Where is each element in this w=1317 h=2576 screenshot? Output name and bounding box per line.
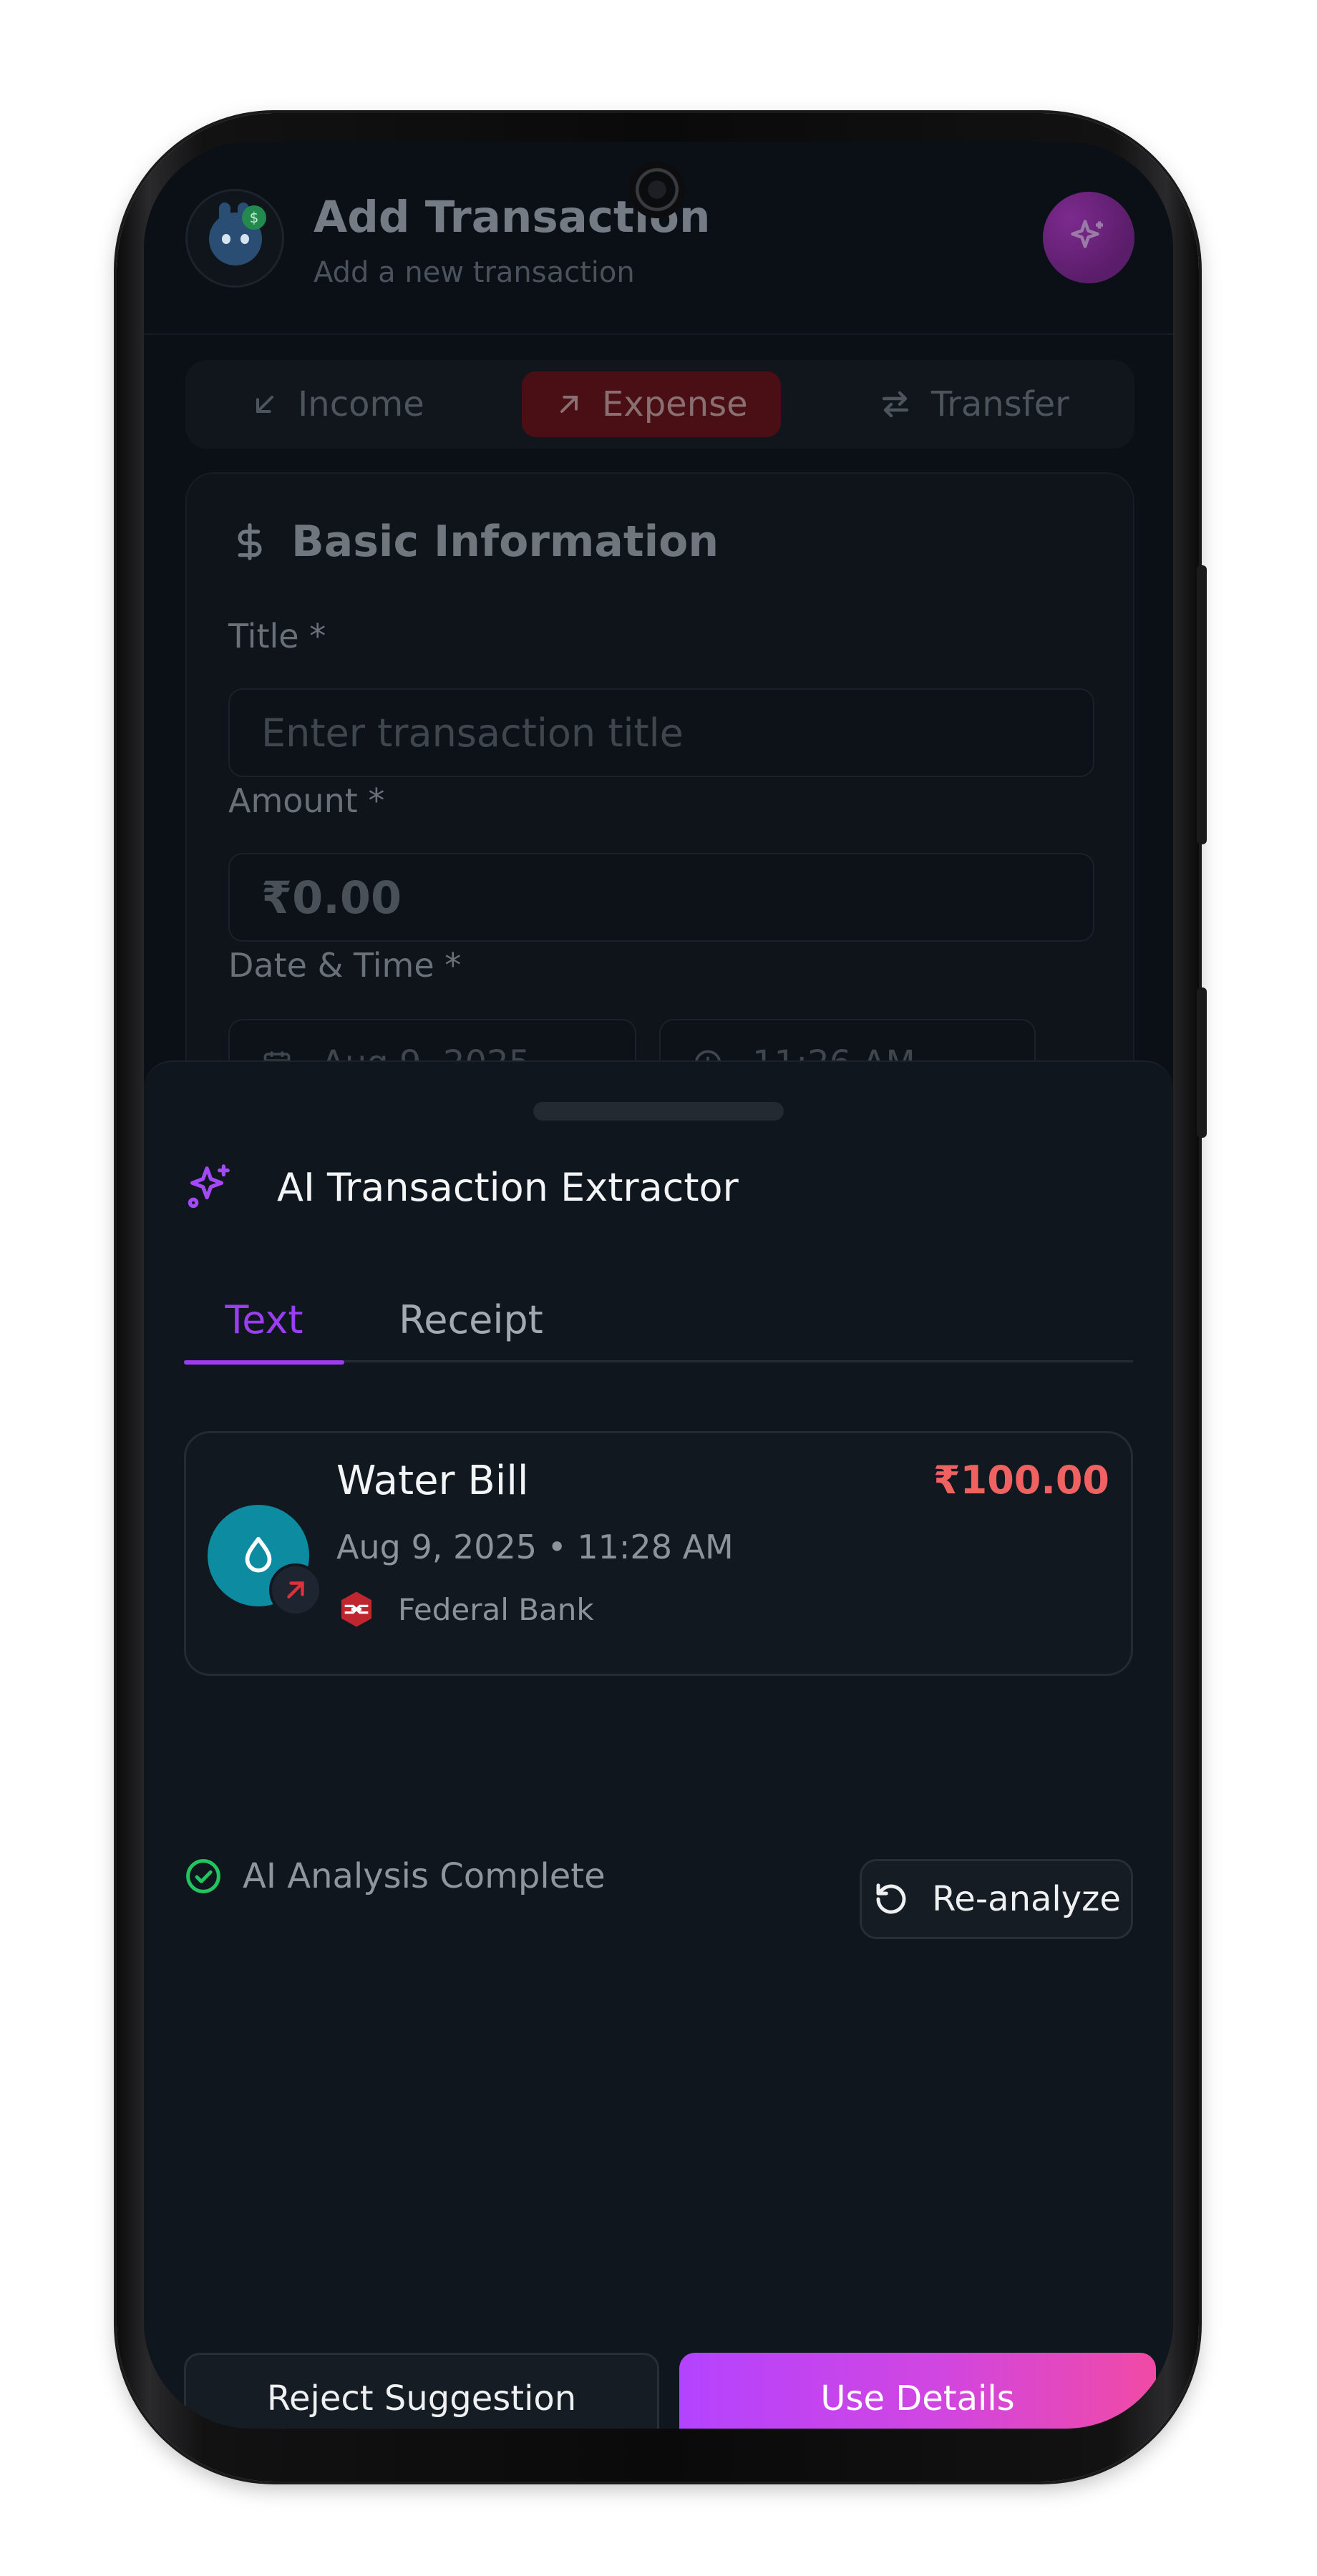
title-placeholder: Enter transaction title <box>261 710 684 756</box>
tab-expense-label: Expense <box>601 384 748 424</box>
tab-text[interactable]: Text <box>184 1277 344 1365</box>
front-camera <box>628 161 686 218</box>
datetime-label: Date & Time * <box>228 946 462 985</box>
dollar-coin-icon: $ <box>242 205 266 230</box>
dollar-icon <box>238 523 262 560</box>
arrow-up-right-icon <box>287 1581 304 1599</box>
federal-bank-logo-icon <box>341 1591 371 1627</box>
sheet-title: AI Transaction Extractor <box>277 1164 739 1210</box>
transaction-amount: ₹100.00 <box>933 1458 1109 1503</box>
status-text: AI Analysis Complete <box>243 1856 606 1896</box>
reanalyze-label: Re-analyze <box>932 1879 1121 1919</box>
tab-receipt[interactable]: Receipt <box>344 1277 598 1362</box>
phone-screen: $ Add Transaction Add a new transaction … <box>144 142 1173 2429</box>
extracted-transaction-card[interactable]: Water Bill ₹100.00 Aug 9, 2025 • 11:28 A… <box>184 1431 1133 1676</box>
check-circle-icon <box>186 1859 220 1893</box>
ai-extractor-sheet: AI Transaction Extractor Text Receipt Wa… <box>144 1060 1173 2429</box>
ai-sparkle-button[interactable] <box>1043 192 1134 283</box>
arrow-down-left-icon <box>256 396 274 413</box>
extractor-tabs: Text Receipt <box>184 1277 1133 1365</box>
sheet-header: AI Transaction Extractor <box>184 1162 739 1212</box>
tab-transfer-label: Transfer <box>930 384 1069 424</box>
transaction-type-tabs: Income Expense Transfer <box>185 360 1134 449</box>
reanalyze-button[interactable]: Re-analyze <box>860 1859 1133 1939</box>
refresh-icon <box>876 1883 906 1914</box>
sheet-drag-handle[interactable] <box>533 1102 784 1121</box>
tab-income[interactable]: Income <box>218 371 457 437</box>
page-subtitle: Add a new transaction <box>314 256 635 289</box>
amount-label: Amount * <box>228 781 385 820</box>
tab-expense[interactable]: Expense <box>521 371 781 437</box>
arrows-swap-icon <box>882 391 909 418</box>
sparkle-icon <box>1071 220 1103 248</box>
transaction-name: Water Bill <box>336 1458 529 1504</box>
arrow-up-right-icon <box>560 396 578 413</box>
water-drop-icon <box>245 1536 272 1573</box>
section-title: Basic Information <box>230 517 719 567</box>
sparkles-icon <box>188 1164 230 1209</box>
title-input[interactable]: Enter transaction title <box>228 688 1094 777</box>
account-name: Federal Bank <box>398 1591 594 1627</box>
avatar[interactable]: $ <box>185 189 284 288</box>
reject-suggestion-button[interactable]: Reject Suggestion <box>184 2353 659 2429</box>
analysis-status: AI Analysis Complete <box>184 1856 606 1896</box>
transaction-account: Federal Bank <box>336 1589 594 1629</box>
title-label: Title * <box>228 617 326 655</box>
tab-transfer[interactable]: Transfer <box>845 371 1102 437</box>
power-button <box>1197 987 1207 1138</box>
amount-input[interactable]: ₹0.00 <box>228 853 1094 942</box>
transaction-datetime: Aug 9, 2025 • 11:28 AM <box>336 1528 734 1566</box>
volume-button <box>1197 565 1207 844</box>
amount-value: ₹0.00 <box>261 871 402 924</box>
expense-badge <box>269 1563 322 1616</box>
use-details-button[interactable]: Use Details <box>679 2353 1156 2429</box>
tab-income-label: Income <box>298 384 424 424</box>
